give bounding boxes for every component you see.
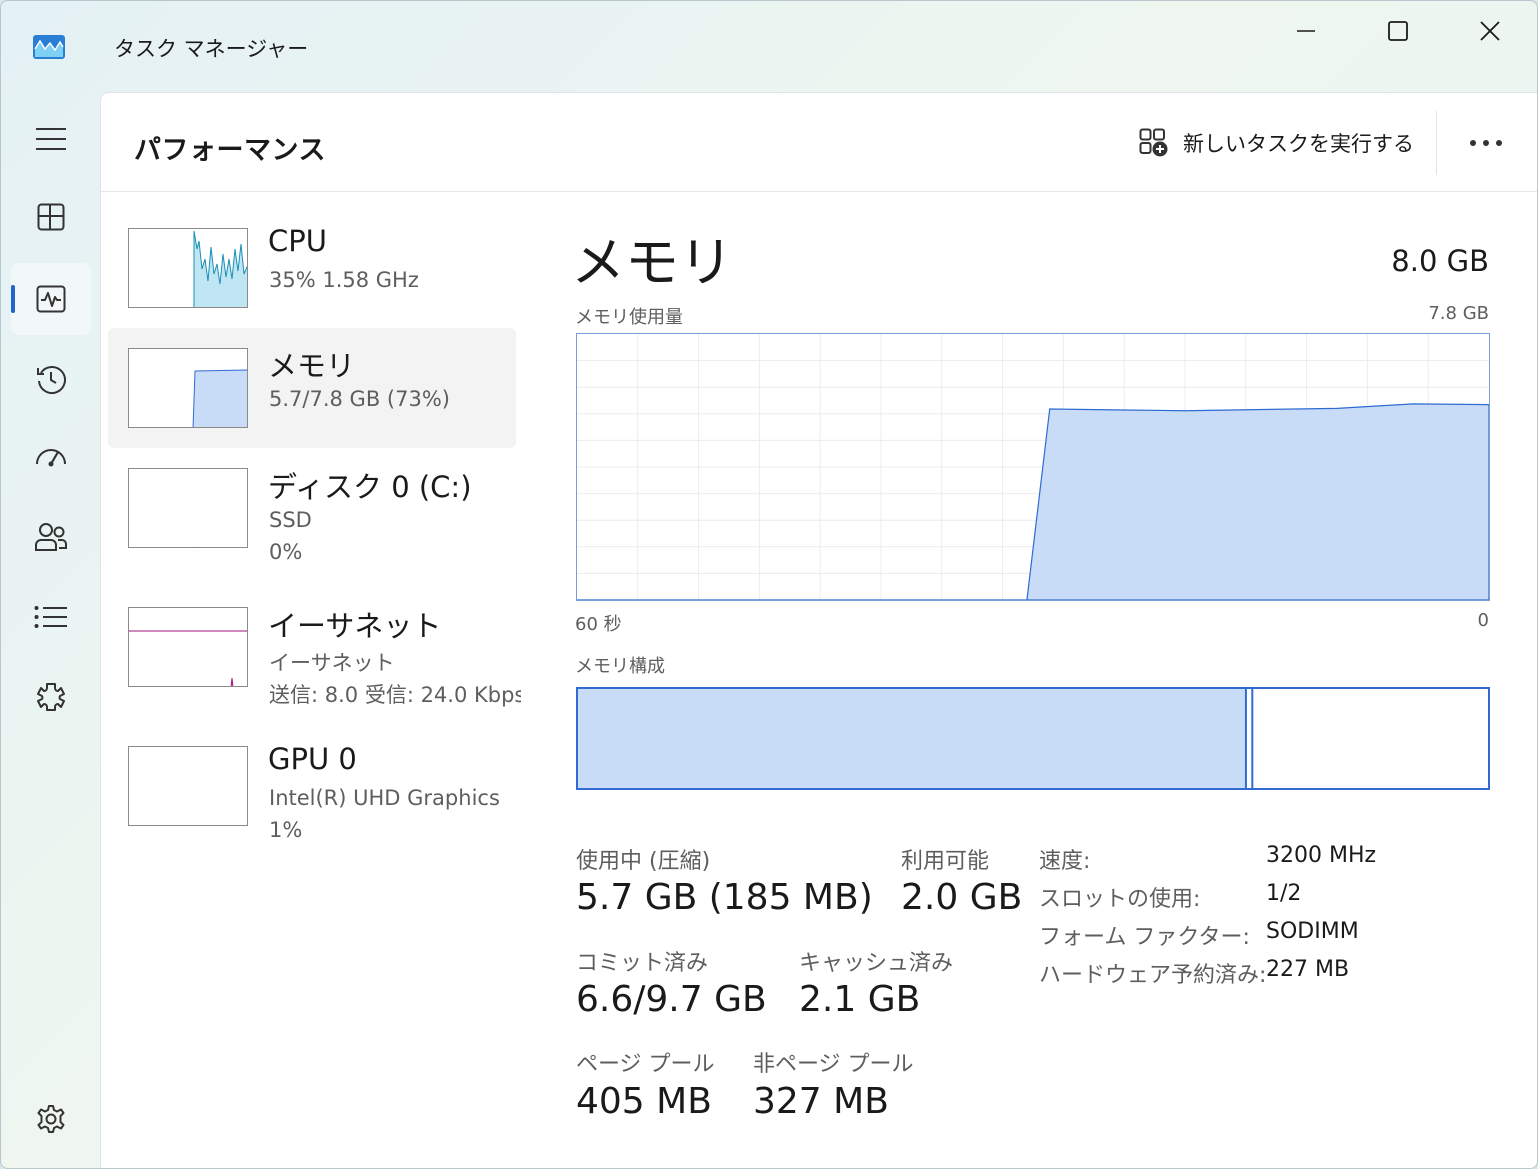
app-history-icon [37, 366, 66, 394]
run-new-task-button[interactable]: 新しいタスクを実行する [1139, 123, 1414, 163]
nav-item-app-history[interactable] [11, 343, 91, 415]
nonpaged-pool-value: 327 MB [753, 1081, 889, 1122]
device-gpu[interactable]: GPU 0 Intel(R) UHD Graphics 1% [108, 742, 516, 866]
memory-usage-series-area [577, 403, 1490, 601]
more-options-button[interactable] [1461, 123, 1511, 163]
available-label: 利用可能 [901, 849, 990, 874]
nav-item-performance[interactable] [11, 263, 91, 335]
device-type: SSD [269, 508, 312, 532]
spec-speed-label: 速度: [1039, 849, 1091, 874]
device-disk[interactable]: ディスク 0 (C:) SSD 0% [108, 468, 516, 588]
main-panel: パフォーマンス 新しいタスクを実行する CPU 35% 1.58 GHz メモリ… [100, 92, 1537, 1168]
paged-pool-value: 405 MB [576, 1081, 712, 1122]
memory-usage-chart-svg [577, 334, 1490, 601]
task-manager-window: タスク マネージャー パフォーマンス 新しいタスクを実行する CPU 35% 1… [0, 0, 1538, 1169]
nav-item-details[interactable] [11, 581, 91, 653]
device-stat: 35% 1.58 GHz [269, 268, 419, 292]
header-separator [1436, 111, 1437, 175]
nav-menu-toggle[interactable] [11, 103, 91, 175]
usage-chart-label: メモリ使用量 [575, 307, 683, 328]
device-stat: 送信: 8.0 受信: 24.0 Kbps [269, 683, 521, 707]
memory-composition-bar [576, 687, 1490, 790]
nonpaged-pool-label: 非ページ プール [753, 1052, 914, 1077]
nav-item-services[interactable] [11, 661, 91, 733]
disk-thumbnail-graph [128, 468, 248, 548]
in-use-label: 使用中 (圧縮) [576, 849, 711, 874]
composition-label: メモリ構成 [575, 656, 665, 677]
gpu-thumbnail-graph [128, 746, 248, 826]
spec-form-factor-label: フォーム ファクター: [1039, 925, 1250, 950]
spec-hardware-reserved-value: 227 MB [1266, 957, 1350, 982]
device-name: メモリ [268, 349, 356, 383]
users-icon [35, 523, 67, 551]
device-stat: 5.7/7.8 GB (73%) [269, 387, 450, 411]
device-model: Intel(R) UHD Graphics [269, 786, 500, 810]
run-new-task-label: 新しいタスクを実行する [1183, 132, 1414, 156]
spec-speed-value: 3200 MHz [1266, 843, 1377, 868]
chart-axis-start-label: 60 秒 [575, 614, 622, 635]
nav-item-startup-apps[interactable] [11, 421, 91, 493]
memory-usage-chart [576, 333, 1490, 601]
nav-item-users[interactable] [11, 501, 91, 573]
maximize-button[interactable] [1373, 13, 1423, 49]
spec-slots-value: 1/2 [1266, 881, 1302, 906]
close-icon [1480, 21, 1500, 41]
performance-icon [36, 285, 66, 313]
chart-axis-end-label: 0 [1477, 610, 1489, 631]
services-icon [37, 683, 65, 711]
more-options-icon [1470, 140, 1502, 146]
usage-chart-max: 7.8 GB [1428, 303, 1489, 324]
device-stat: 0% [269, 540, 303, 564]
ethernet-thumbnail-graph [128, 607, 248, 687]
close-button[interactable] [1465, 13, 1515, 49]
window-title: タスク マネージャー [114, 37, 309, 61]
memory-thumbnail-graph [128, 348, 248, 428]
device-name: GPU 0 [268, 742, 357, 776]
minimize-icon [1297, 30, 1315, 32]
startup-apps-icon [36, 449, 66, 467]
spec-form-factor-value: SODIMM [1266, 919, 1359, 944]
maximize-icon [1388, 21, 1408, 41]
cached-value: 2.1 GB [799, 979, 921, 1020]
composition-in-use-segment [578, 689, 1246, 788]
cpu-thumbnail-graph [128, 228, 248, 308]
available-value: 2.0 GB [901, 877, 1023, 918]
paged-pool-label: ページ プール [576, 1052, 715, 1077]
settings-icon [37, 1105, 65, 1133]
spec-hardware-reserved-label: ハードウェア予約済み: [1039, 963, 1267, 988]
memory-total: 8.0 GB [1391, 244, 1489, 278]
nav-item-settings[interactable] [11, 1083, 91, 1155]
active-nav-indicator [11, 285, 15, 313]
nav-item-processes[interactable] [11, 181, 91, 253]
in-use-value: 5.7 GB (185 MB) [576, 877, 873, 918]
detail-title: メモリ [571, 231, 733, 294]
spec-slots-label: スロットの使用: [1039, 887, 1201, 912]
hamburger-menu-icon [36, 128, 66, 150]
cached-label: キャッシュ済み [799, 951, 954, 976]
committed-label: コミット済み [576, 951, 709, 976]
header-divider [101, 191, 1537, 192]
page-title: パフォーマンス [134, 135, 326, 166]
committed-value: 6.6/9.7 GB [576, 979, 767, 1020]
device-stat: 1% [269, 818, 303, 842]
details-icon [34, 606, 67, 628]
device-name: CPU [268, 224, 327, 258]
device-name: イーサネット [268, 609, 442, 643]
minimize-button[interactable] [1281, 13, 1331, 49]
task-manager-app-icon [33, 35, 65, 59]
processes-icon [37, 203, 65, 231]
device-memory[interactable]: メモリ 5.7/7.8 GB (73%) [108, 328, 516, 448]
device-adapter: イーサネット [269, 651, 395, 675]
device-ethernet[interactable]: イーサネット イーサネット 送信: 8.0 受信: 24.0 Kbps [108, 607, 521, 727]
run-new-task-icon [1139, 128, 1168, 157]
device-name: ディスク 0 (C:) [268, 470, 472, 504]
